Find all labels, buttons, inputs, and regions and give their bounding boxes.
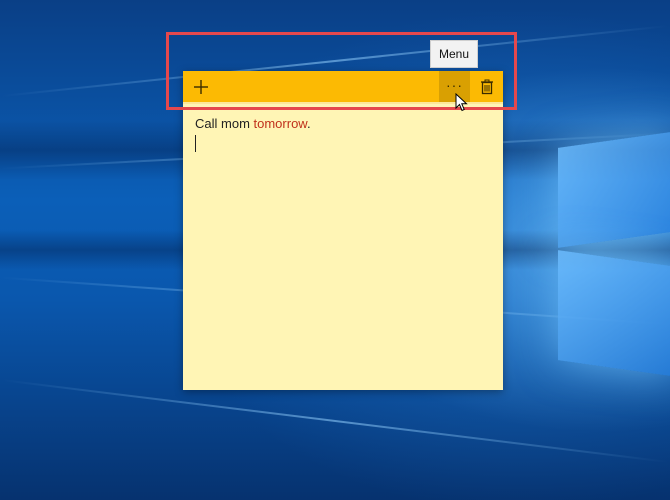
plus-icon: [193, 79, 208, 94]
note-text-end: .: [306, 116, 311, 131]
windows-logo-pane: [558, 250, 670, 376]
text-caret: [195, 135, 196, 152]
mouse-cursor-icon: [455, 93, 468, 112]
light-beam: [2, 379, 668, 463]
sticky-note-window: ··· Call mom tomorrow.: [183, 71, 503, 390]
note-content[interactable]: Call mom tomorrow.: [195, 116, 491, 132]
add-note-button[interactable]: [185, 71, 216, 102]
trash-icon: [480, 79, 493, 94]
delete-note-button[interactable]: [471, 71, 502, 102]
more-icon: ···: [446, 77, 463, 93]
windows-logo-pane: [558, 132, 670, 248]
note-text: Call mom: [195, 116, 254, 131]
menu-tooltip: Menu: [430, 40, 478, 68]
note-text-highlight: tomorrow: [253, 116, 307, 131]
